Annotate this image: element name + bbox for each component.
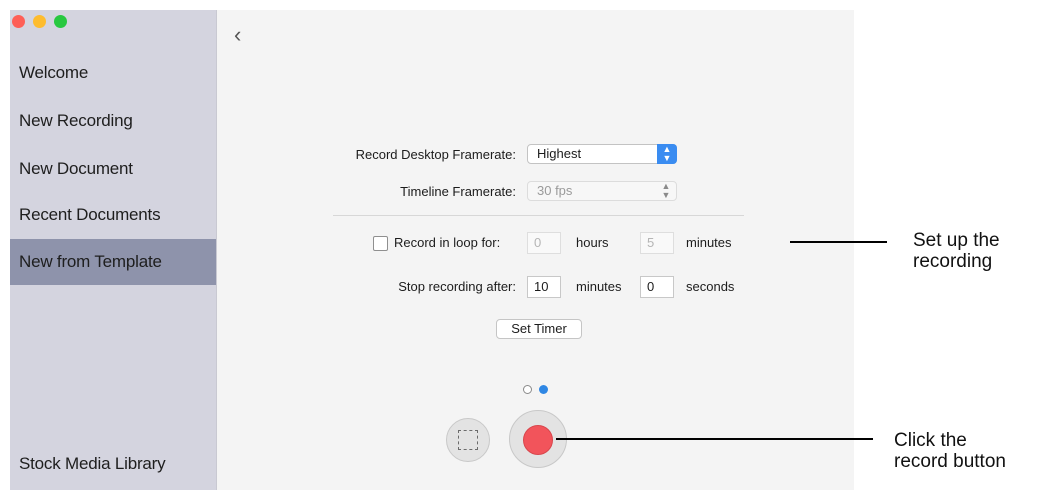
desktop-framerate-label: Record Desktop Framerate: — [355, 147, 516, 162]
desktop-framerate-select[interactable]: Highest ▲ ▼ — [527, 144, 677, 164]
chevron-left-icon[interactable]: ‹ — [234, 22, 241, 48]
sidebar-item-stock-media-library[interactable]: Stock Media Library — [10, 441, 216, 487]
select-arrows-icon: ▲ ▼ — [661, 181, 671, 200]
page-dot-2[interactable] — [539, 385, 548, 394]
loop-checkbox-label: Record in loop for: — [394, 235, 501, 250]
timeline-framerate-value: 30 fps — [537, 183, 573, 198]
set-timer-button[interactable]: Set Timer — [496, 319, 582, 339]
record-callout-line1: Click the — [894, 430, 967, 451]
setup-callout-line2: recording — [913, 251, 993, 272]
stop-minutes-input[interactable]: 10 — [527, 276, 561, 298]
record-callout-line — [556, 438, 873, 440]
app-window: Welcome New Recording New Document Recen… — [10, 10, 854, 490]
stop-minutes-unit: minutes — [576, 279, 622, 294]
setup-callout-text: Set up the recording — [913, 230, 1000, 272]
setup-callout-line — [790, 241, 887, 243]
select-arrows-icon: ▲ ▼ — [657, 144, 677, 164]
record-callout-line2: record button — [894, 451, 1006, 472]
sidebar-item-new-recording[interactable]: New Recording — [10, 98, 216, 144]
loop-minutes-unit: minutes — [686, 235, 732, 250]
timeline-framerate-select[interactable]: 30 fps ▲ ▼ — [527, 181, 677, 201]
sidebar-item-new-from-template[interactable]: New from Template — [10, 239, 216, 285]
stop-seconds-input[interactable]: 0 — [640, 276, 674, 298]
stop-seconds-unit: seconds — [686, 279, 735, 294]
sidebar: Welcome New Recording New Document Recen… — [10, 10, 217, 490]
timeline-framerate-label: Timeline Framerate: — [400, 184, 516, 199]
setup-callout-line1: Set up the — [913, 230, 1000, 251]
form-divider — [333, 215, 744, 216]
page-dot-1[interactable] — [523, 385, 532, 394]
sidebar-item-new-document[interactable]: New Document — [10, 146, 216, 192]
close-window-button[interactable] — [12, 15, 25, 28]
loop-hours-unit: hours — [576, 235, 609, 250]
loop-hours-input[interactable]: 0 — [527, 232, 561, 254]
sidebar-item-welcome[interactable]: Welcome — [10, 50, 216, 96]
zoom-window-button[interactable] — [54, 15, 67, 28]
record-callout-text: Click the record button — [894, 430, 1006, 472]
stop-after-label: Stop recording after: — [398, 279, 516, 294]
sidebar-item-recent-documents[interactable]: Recent Documents — [10, 192, 216, 238]
loop-minutes-input[interactable]: 5 — [640, 232, 674, 254]
minimize-window-button[interactable] — [33, 15, 46, 28]
region-select-icon — [458, 430, 478, 450]
loop-checkbox[interactable] — [373, 236, 388, 251]
record-icon — [523, 425, 553, 455]
desktop-framerate-value: Highest — [537, 146, 582, 161]
region-select-button[interactable] — [446, 418, 490, 462]
window-controls — [12, 15, 67, 28]
